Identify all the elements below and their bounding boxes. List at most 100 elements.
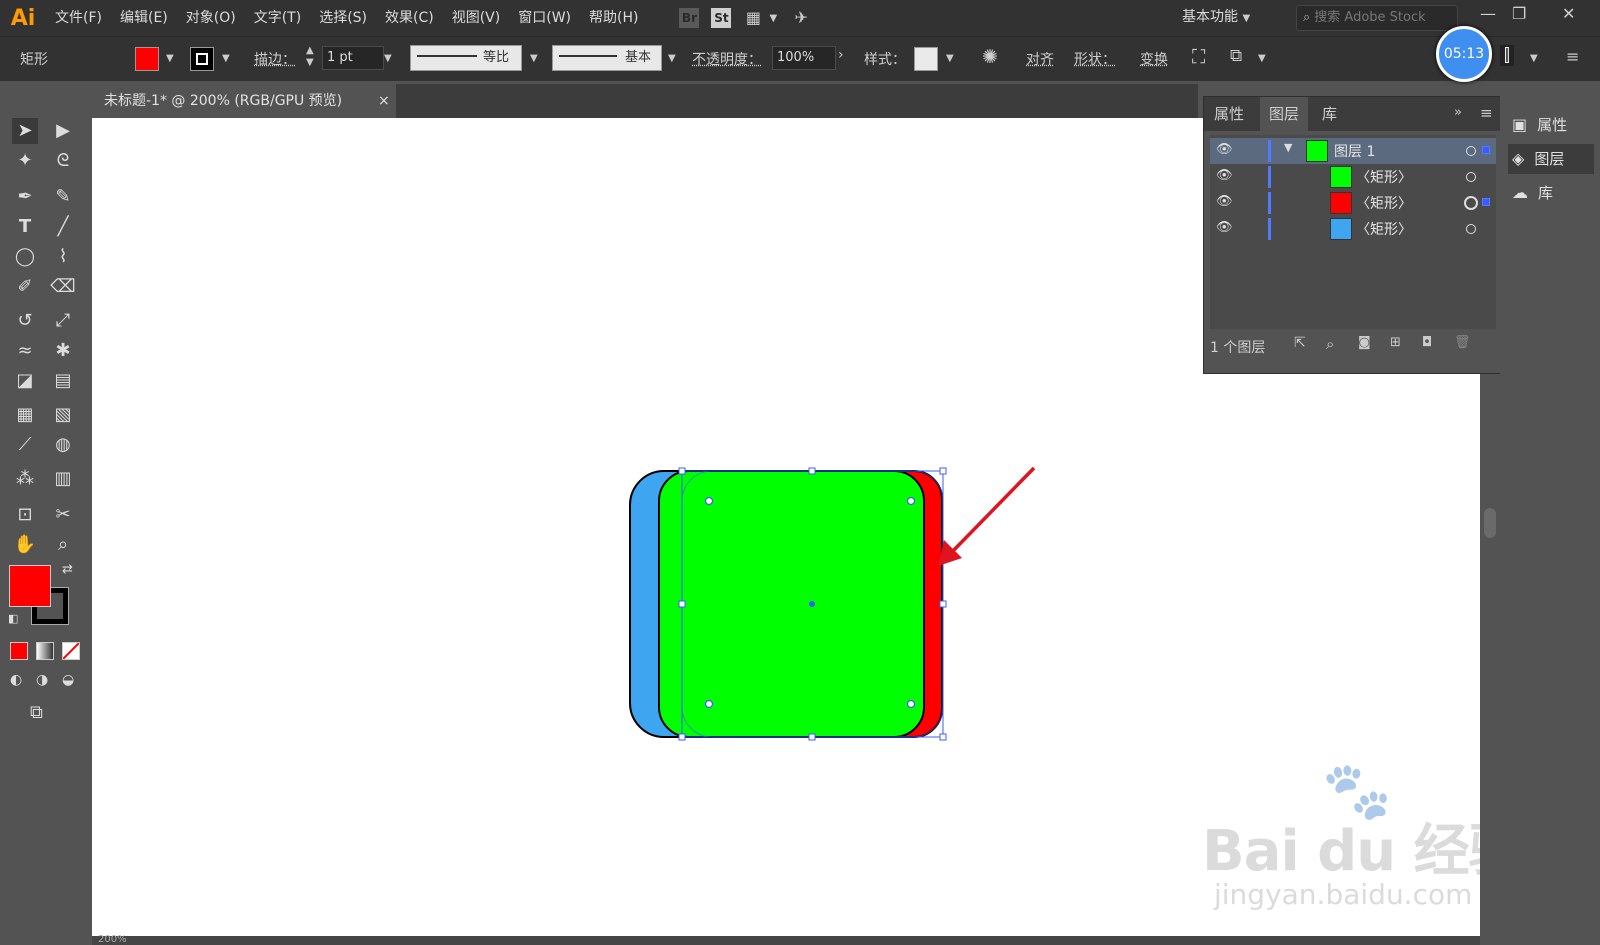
target-circle-icon[interactable] xyxy=(1466,172,1476,182)
draw-inside-icon[interactable]: ◒ xyxy=(62,672,74,688)
locate-object-icon[interactable]: ⌕ xyxy=(1326,335,1334,353)
chevron-down-icon[interactable]: ▼ xyxy=(668,53,676,64)
stroke-stepper-icon[interactable]: ▲ ▼ xyxy=(306,45,314,69)
draw-behind-icon[interactable]: ◑ xyxy=(36,672,48,688)
select-similar-icon[interactable]: ⧉ xyxy=(1230,46,1242,66)
paintbrush-icon[interactable]: ⌇ xyxy=(50,244,76,270)
graphic-style-swatch[interactable] xyxy=(914,47,938,71)
close-tab-icon[interactable]: × xyxy=(378,84,390,118)
align-link[interactable]: 对齐 xyxy=(1026,49,1054,69)
minimize-button[interactable]: — xyxy=(1480,4,1496,23)
rotate-tool-icon[interactable]: ↺ xyxy=(12,308,38,334)
shaper-tool-icon[interactable]: ✐ xyxy=(12,274,38,300)
chevron-down-icon[interactable]: ▼ xyxy=(166,53,174,64)
visibility-eye-icon[interactable]: 👁 xyxy=(1216,220,1234,235)
line-tool-icon[interactable]: ╱ xyxy=(50,214,76,240)
tab-properties[interactable]: 属性 xyxy=(1214,97,1244,131)
color-mode-icon[interactable] xyxy=(10,642,28,660)
stroke-swatch[interactable] xyxy=(190,47,214,71)
gradient-mode-icon[interactable] xyxy=(36,642,54,660)
menu-view[interactable]: 视图(V) xyxy=(443,0,510,36)
chevron-down-icon[interactable]: ▼ xyxy=(1284,141,1292,154)
none-mode-icon[interactable] xyxy=(62,642,80,660)
sublayer-row[interactable]: 👁 〈矩形〉 xyxy=(1210,216,1496,242)
arrange-documents-icon[interactable]: ▦ xyxy=(743,8,763,28)
curvature-tool-icon[interactable]: ✎ xyxy=(50,184,76,210)
recolor-artwork-icon[interactable]: ✺ xyxy=(982,46,998,68)
fill-color-box[interactable] xyxy=(9,565,51,607)
zoom-status[interactable]: 200% xyxy=(98,934,127,945)
lasso-icon[interactable]: ᘓ xyxy=(50,148,76,174)
pen-tool-icon[interactable]: ✒ xyxy=(12,184,38,210)
zoom-tool-icon[interactable]: ⌕ xyxy=(50,532,76,558)
puppet-warp-icon[interactable]: ✱ xyxy=(50,338,76,364)
gradient-tool-icon[interactable]: ▧ xyxy=(50,402,76,428)
default-colors-icon[interactable]: ◧ xyxy=(8,612,18,625)
menu-object[interactable]: 对象(O) xyxy=(177,0,245,36)
target-selected-icon[interactable] xyxy=(1464,196,1478,210)
chevron-right-icon[interactable]: › xyxy=(838,47,844,63)
chevron-down-icon[interactable]: ▼ xyxy=(530,53,538,64)
dock-libraries[interactable]: ☁ 库 xyxy=(1508,178,1594,208)
chevron-down-icon[interactable]: ▼ xyxy=(384,53,392,64)
panel-menu-icon[interactable]: ≡ xyxy=(1480,104,1493,122)
menu-effect[interactable]: 效果(C) xyxy=(376,0,443,36)
swap-colors-icon[interactable]: ⇄ xyxy=(62,562,73,577)
shape-link[interactable]: 形状： xyxy=(1074,49,1116,69)
scale-tool-icon[interactable]: ⤢ xyxy=(50,308,76,334)
screen-mode-icon[interactable]: ⧉ xyxy=(30,702,43,723)
close-window-button[interactable]: ✕ xyxy=(1562,4,1575,23)
stroke-weight-field[interactable]: 1 pt xyxy=(322,46,384,70)
delete-layer-icon[interactable]: 🗑 xyxy=(1454,335,1471,350)
magic-wand-icon[interactable]: ✦ xyxy=(12,148,38,174)
selection-tool-icon[interactable]: ➤ xyxy=(12,118,38,144)
chevron-down-icon[interactable]: ▼ xyxy=(222,53,230,64)
chevron-down-icon[interactable]: ▼ xyxy=(1530,53,1538,64)
artboard-tool-icon[interactable]: ⊡ xyxy=(12,502,38,528)
stock-search-input[interactable]: ⌕ 搜索 Adobe Stock xyxy=(1296,5,1458,31)
symbol-sprayer-icon[interactable]: ⁂ xyxy=(12,466,38,492)
tab-libraries[interactable]: 库 xyxy=(1322,97,1337,131)
workspace-switcher[interactable]: 基本功能 ▼ xyxy=(1182,6,1250,26)
fill-swatch[interactable] xyxy=(135,47,159,71)
menu-file[interactable]: 文件(F) xyxy=(46,0,111,36)
chevron-down-icon[interactable]: ▼ xyxy=(946,53,954,64)
new-layer-icon[interactable]: ◘ xyxy=(1422,335,1432,350)
brush-definition[interactable]: 基本 xyxy=(552,45,662,71)
blend-tool-icon[interactable]: ◍ xyxy=(50,432,76,458)
visibility-eye-icon[interactable]: 👁 xyxy=(1216,142,1234,157)
restore-button[interactable]: ❐ xyxy=(1512,4,1526,23)
menu-edit[interactable]: 编辑(E) xyxy=(111,0,177,36)
green-rectangle[interactable] xyxy=(658,470,925,738)
stock-icon[interactable]: St xyxy=(711,8,732,28)
direct-selection-tool-icon[interactable]: ▶ xyxy=(50,118,76,144)
draw-normal-icon[interactable]: ◐ xyxy=(10,672,22,688)
eraser-icon[interactable]: ⌫ xyxy=(50,274,76,300)
chevron-down-icon[interactable]: ▼ xyxy=(1258,53,1266,64)
gpu-performance-icon[interactable]: ✈ xyxy=(791,8,811,28)
menu-window[interactable]: 窗口(W) xyxy=(509,0,580,36)
visibility-eye-icon[interactable]: 👁 xyxy=(1216,194,1234,209)
new-sublayer-icon[interactable]: ⊞ xyxy=(1390,335,1401,350)
target-circle-icon[interactable] xyxy=(1466,146,1476,156)
isolate-group-icon[interactable]: ⛶ xyxy=(1192,46,1205,68)
document-tab[interactable]: 未标题-1* @ 200% (RGB/GPU 预览) × xyxy=(92,84,396,118)
menu-help[interactable]: 帮助(H) xyxy=(580,0,647,36)
dock-properties[interactable]: ▣ 属性 xyxy=(1508,110,1594,140)
stroke-label[interactable]: 描边： xyxy=(254,49,296,69)
layer-row[interactable]: 👁 ▼ 图层 1 xyxy=(1210,138,1496,164)
mesh-tool-icon[interactable]: ▦ xyxy=(12,402,38,428)
menu-select[interactable]: 选择(S) xyxy=(310,0,376,36)
sublayer-row[interactable]: 👁 〈矩形〉 xyxy=(1210,190,1496,216)
ellipse-tool-icon[interactable]: ◯ xyxy=(12,244,38,270)
chevron-down-icon[interactable]: ▼ xyxy=(769,13,777,24)
panel-arrange-icon[interactable]: ⫿ xyxy=(1500,45,1514,66)
horizontal-scrollbar[interactable]: 200% xyxy=(92,934,1480,945)
sublayer-name[interactable]: 〈矩形〉 xyxy=(1356,193,1412,213)
opacity-label[interactable]: 不透明度： xyxy=(692,49,762,69)
sublayer-name[interactable]: 〈矩形〉 xyxy=(1356,219,1412,239)
layer-name[interactable]: 图层 1 xyxy=(1334,141,1375,161)
clipping-mask-icon[interactable]: ◙ xyxy=(1358,335,1371,350)
width-tool-icon[interactable]: ≈ xyxy=(12,338,38,364)
type-tool-icon[interactable]: T xyxy=(12,214,38,240)
